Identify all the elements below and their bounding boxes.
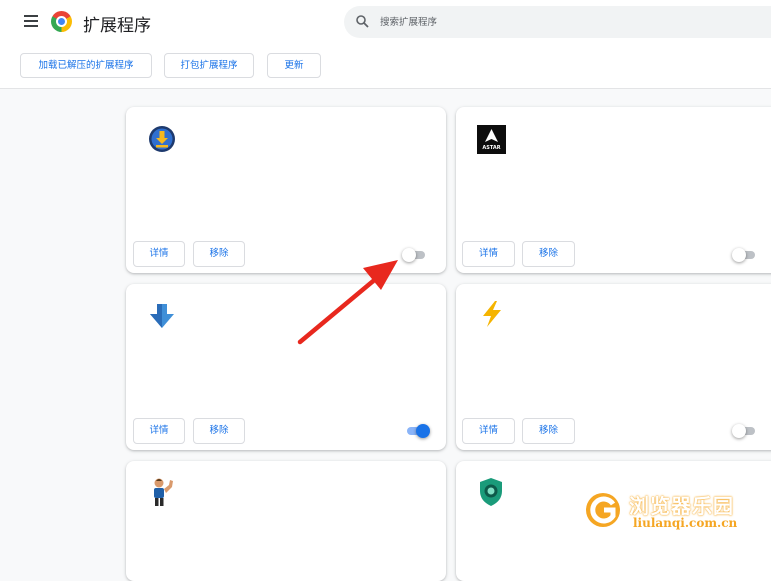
top-bar: 扩展程序 — [0, 0, 771, 44]
shield-icon — [480, 478, 502, 506]
lightning-icon — [483, 301, 501, 327]
extension-card — [126, 461, 446, 581]
watermark-logo-icon — [586, 493, 620, 527]
details-button[interactable]: 详情 — [462, 418, 515, 444]
astar-icon: ASTAR — [477, 125, 506, 154]
details-button[interactable]: 详情 — [133, 418, 185, 444]
hamburger-menu-icon[interactable] — [24, 15, 38, 27]
search-box[interactable] — [344, 6, 771, 38]
remove-button[interactable]: 移除 — [193, 241, 245, 267]
extension-card: ASTAR 详情 移除 — [456, 107, 771, 273]
pack-extension-button[interactable]: 打包扩展程序 — [164, 53, 254, 78]
search-input[interactable] — [380, 12, 740, 32]
extension-card: 详情 移除 — [126, 107, 446, 273]
download-icon — [149, 126, 175, 152]
enable-toggle[interactable] — [402, 248, 428, 262]
watermark: 浏览器乐园 liulanqi.com.cn — [583, 490, 763, 534]
details-button[interactable]: 详情 — [133, 241, 185, 267]
remove-button[interactable]: 移除 — [193, 418, 245, 444]
update-button[interactable]: 更新 — [267, 53, 321, 78]
remove-button[interactable]: 移除 — [522, 418, 575, 444]
enable-toggle[interactable] — [404, 424, 430, 438]
blue-down-arrow-icon — [150, 304, 174, 328]
load-unpacked-button[interactable]: 加载已解压的扩展程序 — [20, 53, 152, 78]
remove-button[interactable]: 移除 — [522, 241, 575, 267]
watermark-title: 浏览器乐园 — [629, 494, 734, 518]
developer-toolbar: 加载已解压的扩展程序 打包扩展程序 更新 — [0, 44, 771, 89]
enable-toggle[interactable] — [732, 248, 758, 262]
enable-toggle[interactable] — [732, 424, 758, 438]
page-title: 扩展程序 — [83, 16, 151, 36]
extension-card: 详情 移除 — [126, 284, 446, 450]
watermark-url: liulanqi.com.cn — [633, 516, 738, 530]
search-icon — [356, 15, 369, 28]
chrome-logo-icon — [51, 11, 72, 32]
astar-icon-text: ASTAR — [482, 145, 500, 151]
extension-card: 详情 移除 — [456, 284, 771, 450]
details-button[interactable]: 详情 — [462, 241, 515, 267]
flexing-man-icon — [154, 478, 173, 506]
